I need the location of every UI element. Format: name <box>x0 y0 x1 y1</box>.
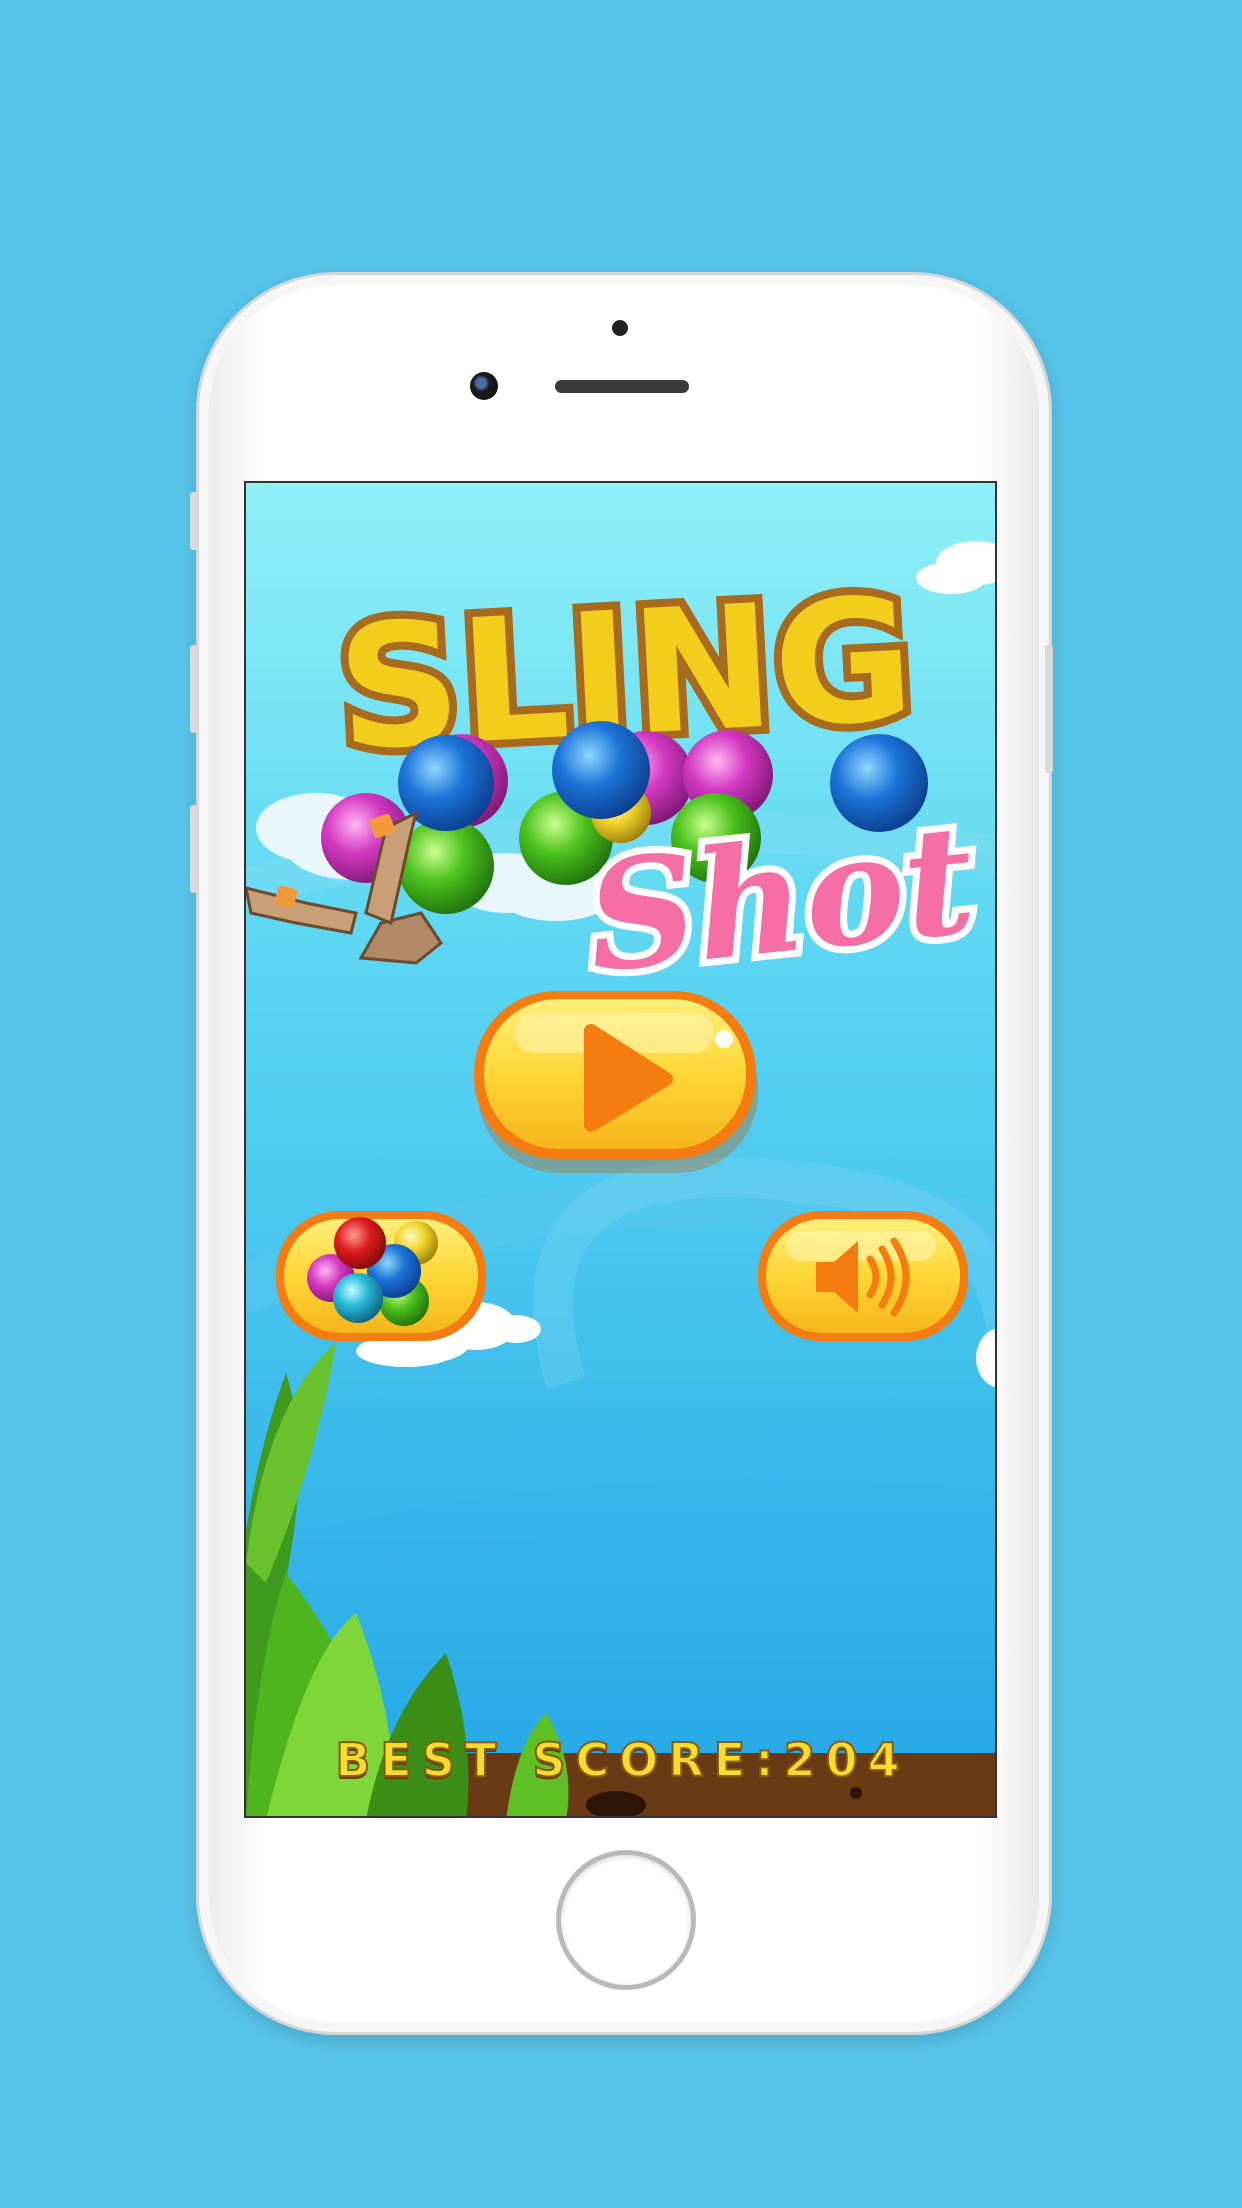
ground-hole <box>586 1791 646 1816</box>
bubble-blue <box>552 721 650 819</box>
phone-speaker <box>555 380 689 393</box>
phone-volume-down <box>190 805 198 893</box>
bubbles-button[interactable] <box>276 1211 486 1341</box>
best-score: BEST SCORE:204 <box>246 1732 995 1788</box>
phone-sensor <box>612 320 628 336</box>
game-scene: SLING Shot <box>246 483 995 1816</box>
ground-hole <box>850 1787 862 1799</box>
phone-mute-switch <box>190 492 198 550</box>
best-score-value: 204 <box>783 1732 910 1788</box>
phone-power-button <box>1045 645 1053 773</box>
game-screen: SLING Shot BEST SCORE:204 <box>244 481 997 1818</box>
phone-home-button[interactable] <box>556 1850 696 1990</box>
sound-button[interactable] <box>758 1211 968 1341</box>
phone-volume-up <box>190 645 198 733</box>
play-button[interactable] <box>474 991 758 1173</box>
best-score-label: BEST SCORE: <box>334 1732 784 1788</box>
phone-front-camera <box>470 372 498 400</box>
